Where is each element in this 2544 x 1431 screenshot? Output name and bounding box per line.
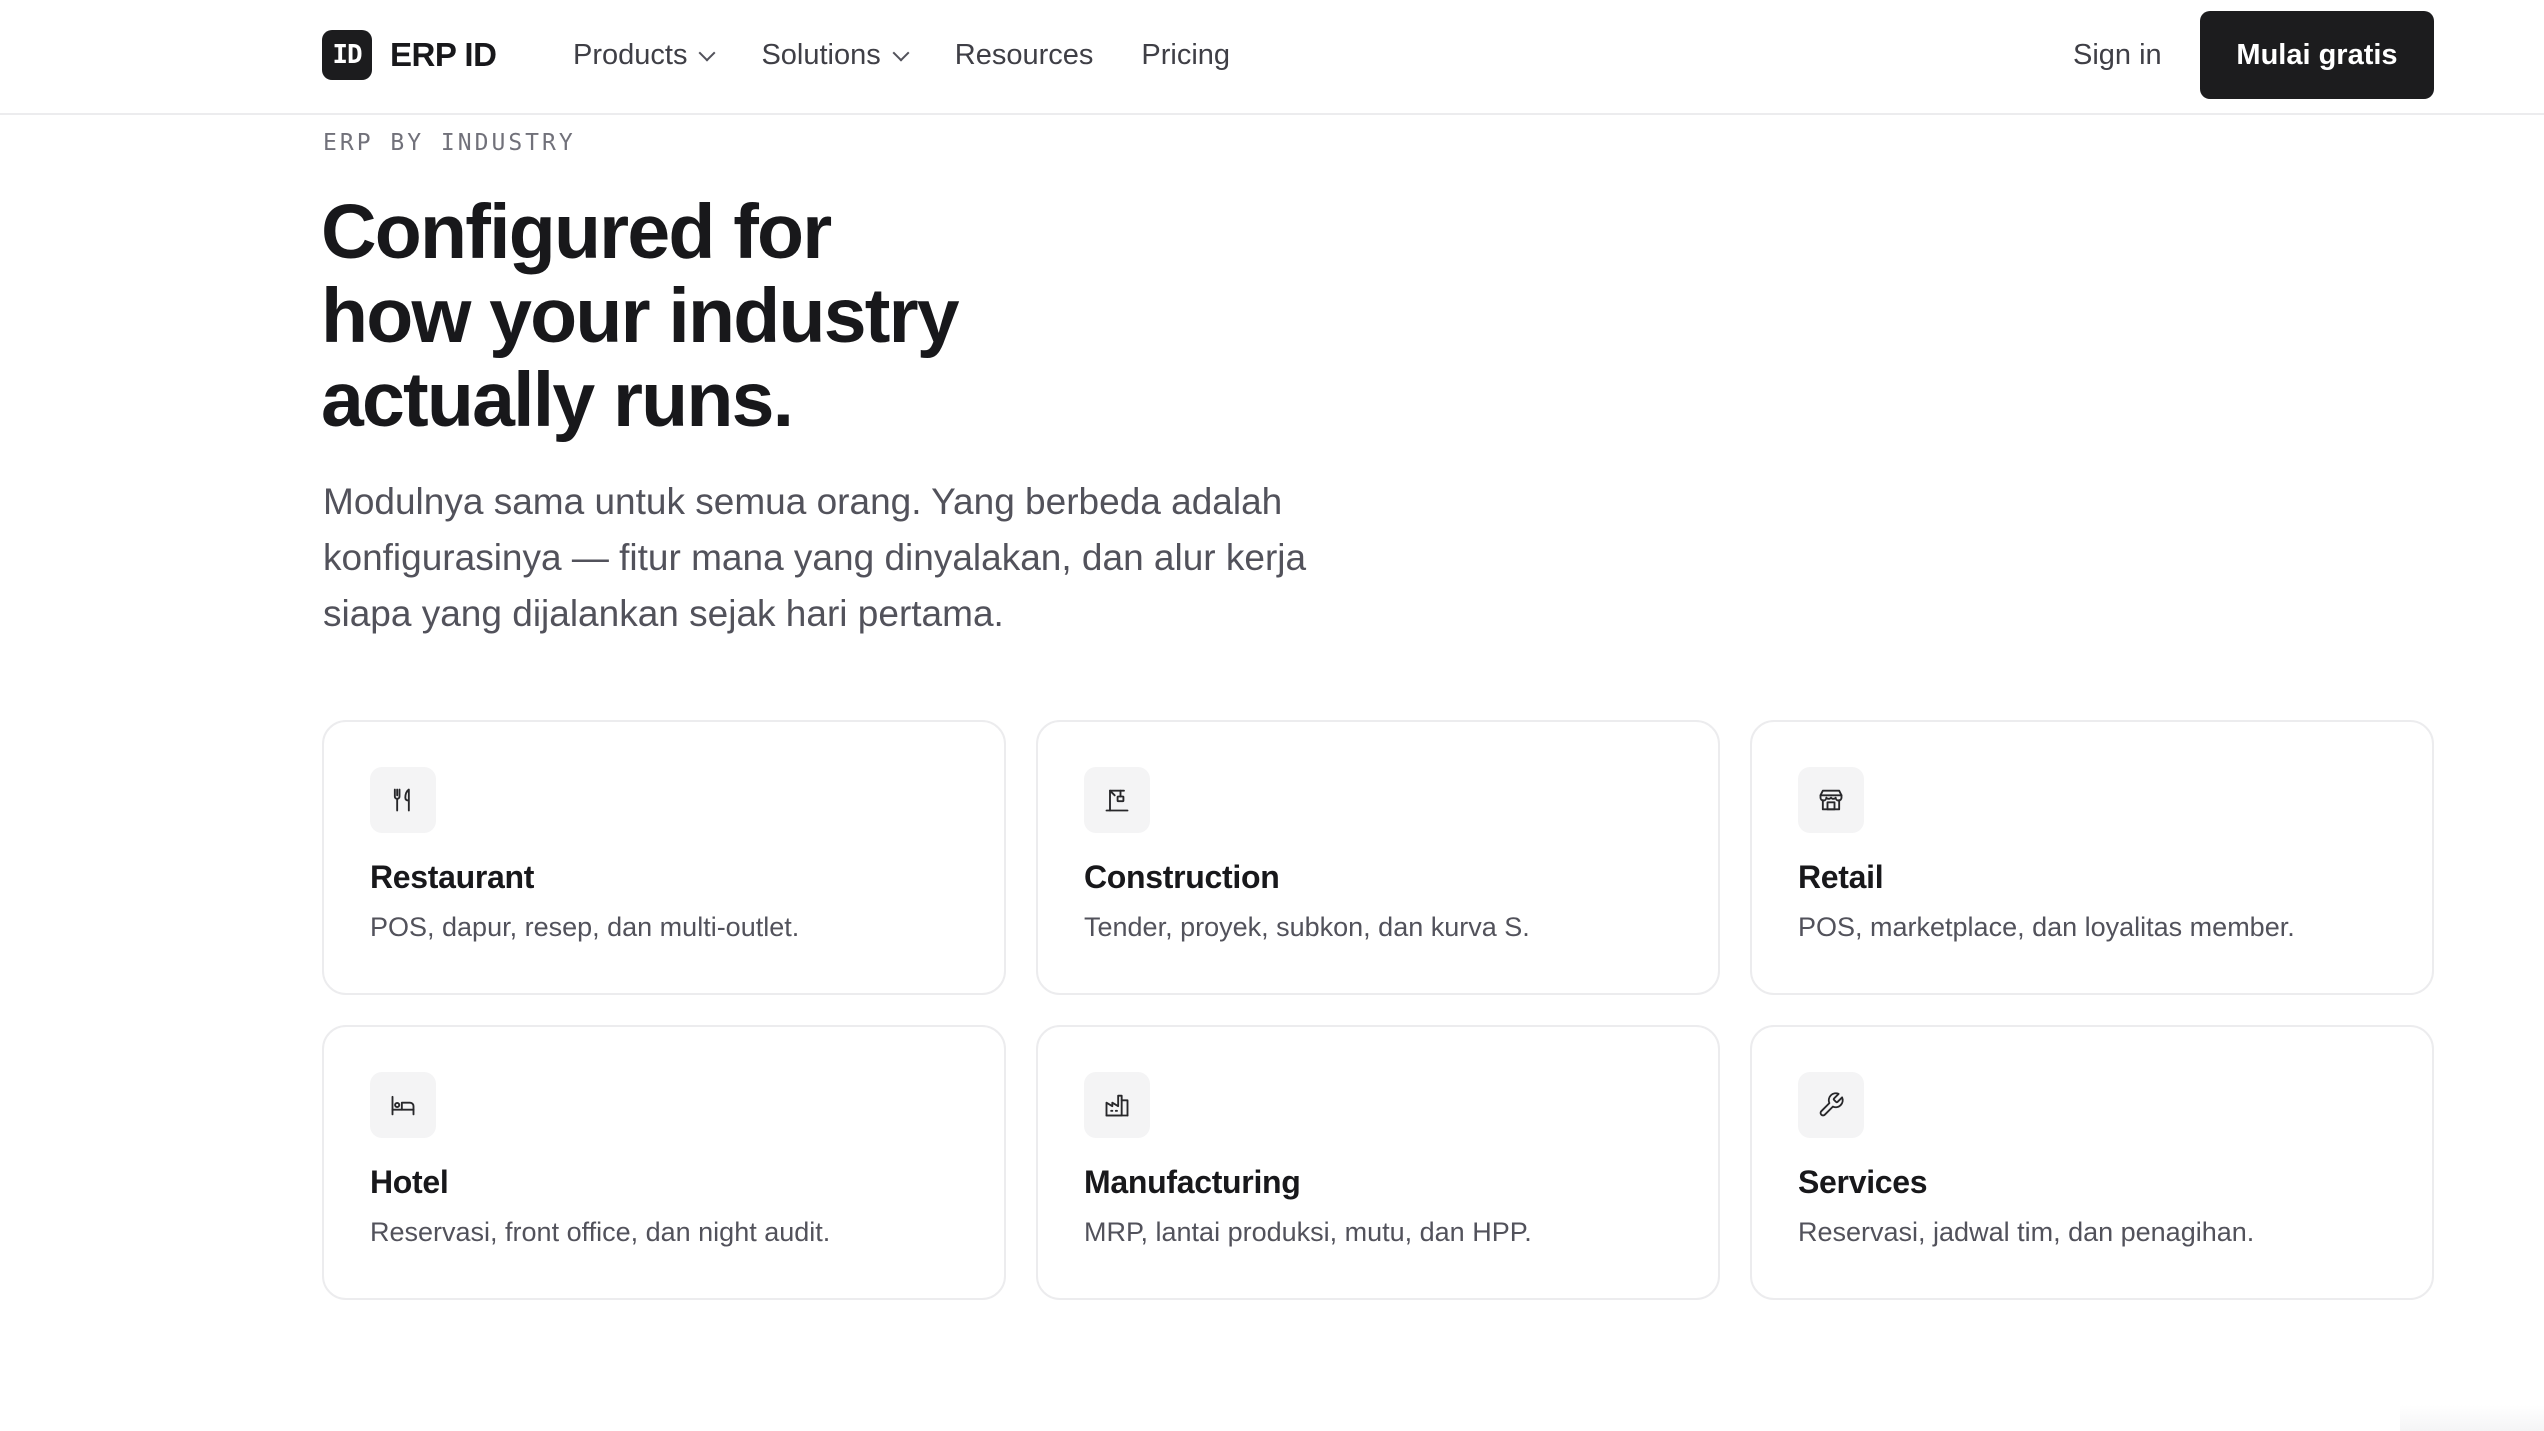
industry-card-title: Services: [1798, 1164, 1928, 1200]
chevron-down-icon: [698, 44, 716, 61]
industry-card-services[interactable]: Services Reservasi, jadwal tim, dan pena…: [1750, 1025, 2434, 1300]
hero-title: Configured for how your industry actuall…: [321, 190, 1321, 442]
hero-subtitle: Modulnya sama untuk semua orang. Yang be…: [323, 474, 1443, 642]
brand-name: ERP ID: [390, 36, 497, 73]
hero-subtitle-line: Modulnya sama untuk semua orang. Yang be…: [323, 481, 1283, 522]
industry-card-description: POS, dapur, resep, dan multi-outlet.: [370, 912, 800, 942]
industry-card-title: Hotel: [370, 1164, 449, 1200]
industry-card-title: Manufacturing: [1084, 1164, 1301, 1200]
nav-products-label: Products: [573, 38, 688, 71]
industry-card-description: POS, marketplace, dan loyalitas member.: [1798, 912, 2295, 942]
nav-resources-label: Resources: [954, 38, 1094, 71]
industry-card-title: Restaurant: [370, 859, 535, 895]
hero-title-line: actually runs.: [321, 357, 794, 443]
industry-card-hotel[interactable]: Hotel Reservasi, front office, dan night…: [322, 1025, 1006, 1300]
nav-products-dropdown[interactable]: Products: [573, 38, 716, 72]
industry-card-construction[interactable]: Construction Tender, proyek, subkon, dan…: [1036, 720, 1720, 995]
industry-card-title: Retail: [1798, 859, 1884, 895]
hero-subtitle-line: konfigurasinya — fitur mana yang dinyala…: [323, 537, 1307, 578]
logo-mark-icon: ID: [322, 30, 372, 80]
section-eyebrow: ERP BY INDUSTRY: [323, 130, 576, 156]
store-icon: [1798, 767, 1864, 833]
utensils-icon: [370, 767, 436, 833]
nav-pricing-label: Pricing: [1141, 38, 1231, 71]
sign-in-link[interactable]: Sign in: [2073, 30, 2162, 80]
page-bottom-fade: [2400, 1405, 2544, 1431]
hero-title-line: how your industry: [321, 273, 960, 359]
industry-card-retail[interactable]: Retail POS, marketplace, dan loyalitas m…: [1750, 720, 2434, 995]
top-navbar: ID ERP ID Products Solutions Resources P…: [0, 0, 2544, 115]
factory-icon: [1084, 1072, 1150, 1138]
nav-solutions-label: Solutions: [761, 38, 881, 71]
industry-card-description: Reservasi, front office, dan night audit…: [370, 1217, 831, 1247]
start-free-button[interactable]: Mulai gratis: [2200, 11, 2434, 99]
bed-icon: [370, 1072, 436, 1138]
hero-title-line: Configured for: [321, 189, 832, 275]
brand-logo-link[interactable]: ID ERP ID: [322, 30, 497, 80]
industry-card-description: Reservasi, jadwal tim, dan penagihan.: [1798, 1217, 2255, 1247]
industry-card-description: MRP, lantai produksi, mutu, dan HPP.: [1084, 1217, 1532, 1247]
hero-subtitle-line: siapa yang dijalankan sejak hari pertama…: [323, 593, 1004, 634]
chevron-down-icon: [892, 44, 910, 61]
wrench-icon: [1798, 1072, 1864, 1138]
crane-icon: [1084, 767, 1150, 833]
industry-card-restaurant[interactable]: Restaurant POS, dapur, resep, dan multi-…: [322, 720, 1006, 995]
industry-card-manufacturing[interactable]: Manufacturing MRP, lantai produksi, mutu…: [1036, 1025, 1720, 1300]
nav-resources-link[interactable]: Resources: [955, 39, 1094, 72]
primary-nav: Products Solutions Resources Pricing: [573, 30, 1278, 80]
industry-card-grid: Restaurant POS, dapur, resep, dan multi-…: [322, 720, 2435, 1300]
industry-card-description: Tender, proyek, subkon, dan kurva S.: [1084, 912, 1530, 942]
nav-solutions-dropdown[interactable]: Solutions: [761, 38, 910, 72]
nav-pricing-link[interactable]: Pricing: [1141, 39, 1230, 72]
industry-card-title: Construction: [1084, 859, 1280, 895]
